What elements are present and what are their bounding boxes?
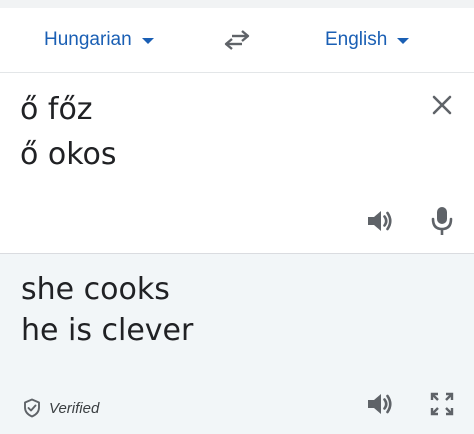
voice-input-button[interactable] [424, 203, 460, 239]
source-language-button[interactable]: Hungarian [44, 8, 154, 72]
source-language-label: Hungarian [44, 29, 132, 50]
source-panel: ő főz ő okos [0, 73, 474, 254]
close-icon [432, 95, 452, 115]
chevron-down-icon [141, 38, 154, 44]
verified-label: Verified [49, 399, 100, 417]
swap-languages-button[interactable] [218, 22, 256, 58]
top-strip [0, 0, 474, 8]
translation-listen-button[interactable] [362, 386, 398, 422]
source-listen-button[interactable] [362, 203, 398, 239]
microphone-icon [431, 207, 453, 235]
swap-arrows-icon [224, 30, 250, 50]
verified-badge[interactable]: Verified [22, 398, 99, 418]
translation-text: she cooks he is clever [21, 272, 194, 348]
fullscreen-icon [430, 392, 454, 416]
translation-panel: she cooks he is clever Verified [0, 254, 474, 434]
target-language-label: English [325, 29, 388, 50]
chevron-down-icon [397, 38, 410, 44]
source-text-input[interactable]: ő főz ő okos [20, 87, 400, 177]
speaker-icon [368, 211, 392, 231]
fullscreen-button[interactable] [424, 386, 460, 422]
target-language-button[interactable]: English [325, 8, 410, 72]
shield-check-icon [22, 398, 42, 418]
clear-button[interactable] [426, 89, 458, 121]
language-bar: Hungarian English [0, 8, 474, 73]
speaker-icon [368, 394, 392, 414]
